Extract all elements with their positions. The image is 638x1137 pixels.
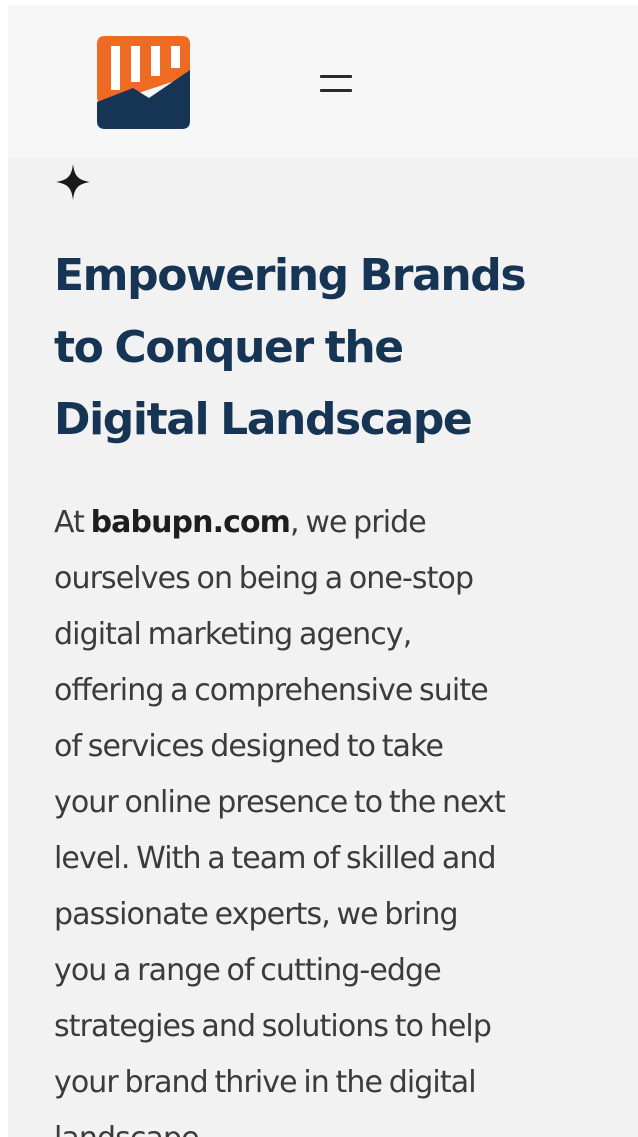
page: Empowering Brands to Conquer the Digital… <box>0 0 638 1137</box>
hero-title-line-2: to Conquer the <box>54 322 404 373</box>
description-line-1: At babupn.com, we pride <box>54 495 634 551</box>
hero-description: At babupn.com, we pride ourselves on bei… <box>54 495 634 1137</box>
description-line-6: your online presence to the next <box>54 785 506 820</box>
chart-growth-logo-icon <box>97 36 190 129</box>
four-point-star-icon <box>56 164 90 200</box>
site-logo[interactable] <box>97 36 190 129</box>
description-line-12: landscape. <box>54 1111 634 1137</box>
description-line-7: level. With a team of skilled and <box>54 841 496 876</box>
hamburger-menu-icon-line <box>320 89 352 92</box>
description-line-9: you a range of cutting-edge <box>54 953 442 988</box>
description-line-2: ourselves on being a one-stop <box>54 561 474 596</box>
description-line-4: offering a comprehensive suite <box>54 673 489 708</box>
site-header <box>8 5 638 158</box>
menu-button[interactable] <box>316 67 356 103</box>
hero-title-line-1: Empowering Brands <box>54 250 527 301</box>
description-line-11: your brand thrive in the digital <box>54 1065 477 1100</box>
hero-title-line-3: Digital Landscape <box>54 394 473 445</box>
description-line-1-text: , we pride <box>290 505 427 540</box>
hero-section: Empowering Brands to Conquer the Digital… <box>8 158 638 1137</box>
hamburger-menu-icon <box>320 75 352 78</box>
intro-prefix: At <box>54 505 91 540</box>
description-line-3: digital marketing agency, <box>54 617 412 652</box>
description-line-5: of services designed to take <box>54 729 444 764</box>
description-line-10: strategies and solutions to help <box>54 1009 492 1044</box>
hero-title: Empowering Brands to Conquer the Digital… <box>54 240 624 456</box>
description-line-8: passionate experts, we bring <box>54 897 459 932</box>
brand-name: babupn.com <box>90 505 291 540</box>
